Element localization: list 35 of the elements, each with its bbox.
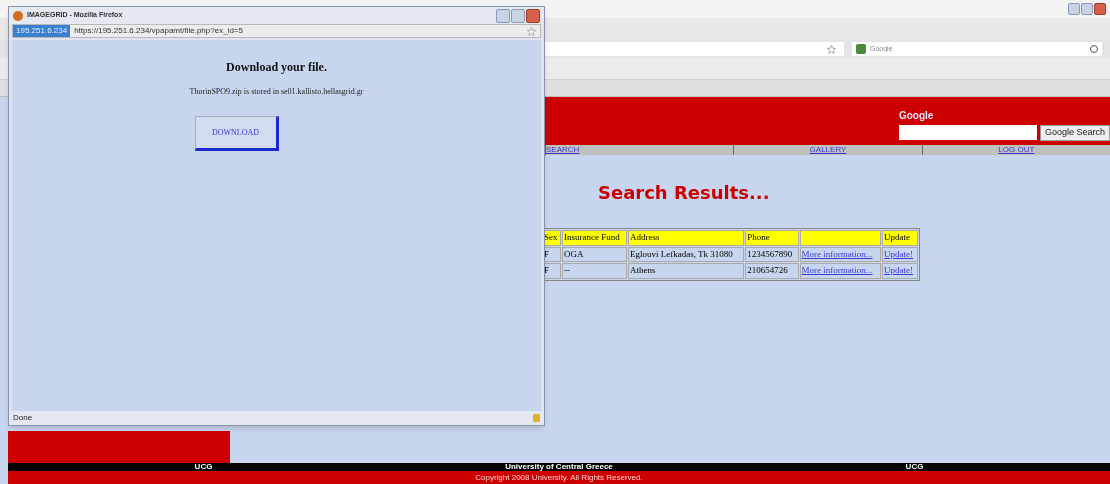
google-search-field[interactable] xyxy=(898,125,1037,140)
footer-text: UCG xyxy=(193,463,214,471)
google-search-button[interactable]: Google Search xyxy=(1039,125,1110,141)
header-cell: Phone xyxy=(745,230,799,246)
site-identity-chip[interactable]: 195.251.6.234 xyxy=(13,25,71,37)
minimize-icon[interactable] xyxy=(1068,3,1080,15)
header-cell: Insurance Fund xyxy=(562,230,627,246)
table-cell: OGA xyxy=(562,246,627,262)
star-icon[interactable] xyxy=(527,26,536,36)
download-button[interactable]: DOWNLOAD xyxy=(194,116,279,151)
nav-link[interactable]: LOG OUT xyxy=(921,145,1110,155)
table-cell: -- xyxy=(562,263,627,279)
footer-text: UCG xyxy=(904,463,925,471)
copyright-text: Copyright 2008 University. All Rights Reserved. xyxy=(475,472,643,484)
nav-link[interactable]: GALLERY xyxy=(733,145,922,155)
popup-address-field[interactable]: 195.251.6.234 https://195.251.6.234/vpapamt/file.php?ex_id=5 xyxy=(12,24,541,38)
table-cell: Eglouvi Lefkadas, Tk 31080 xyxy=(628,246,745,262)
header-cell: Address xyxy=(628,230,745,246)
table-cell: 210654726 xyxy=(745,263,799,279)
maximize-icon[interactable] xyxy=(511,8,525,23)
download-heading: Download your file. xyxy=(226,59,327,76)
results-heading: Search Results... xyxy=(598,181,771,205)
google-logo: Google xyxy=(898,109,935,123)
close-icon[interactable] xyxy=(1094,3,1106,15)
minimize-icon[interactable] xyxy=(496,8,510,23)
download-message: ThorinSPO9.zip is stored in se01.kallisto.hellasgrid.gr xyxy=(189,86,364,98)
url-text: https://195.251.6.234/vpapamt/file.php?ex_id=5 xyxy=(74,25,244,37)
table-cell: Athens xyxy=(628,263,745,279)
star-icon[interactable] xyxy=(827,44,836,54)
table-cell: 1234567890 xyxy=(745,246,799,262)
status-text: Done xyxy=(13,412,33,424)
close-icon[interactable] xyxy=(526,8,540,23)
maximize-icon[interactable] xyxy=(1081,3,1093,15)
footer-text: University of Central Greece xyxy=(504,463,614,471)
header-cell: Update xyxy=(882,230,918,246)
